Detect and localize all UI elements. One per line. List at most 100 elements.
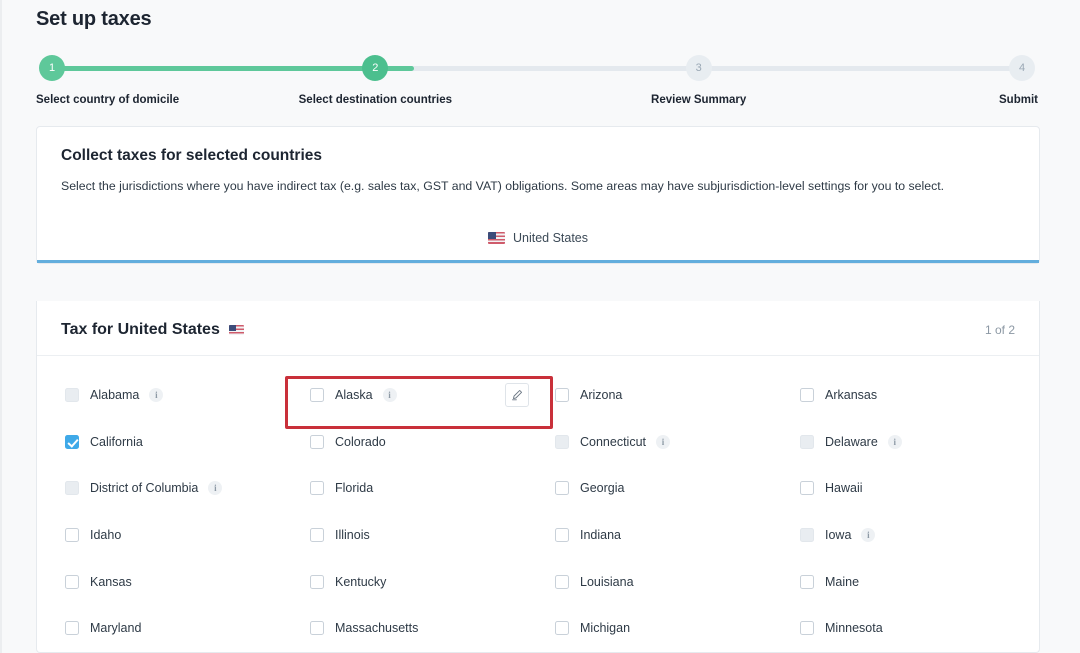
info-icon[interactable]: i bbox=[149, 388, 163, 402]
state-cell-georgia[interactable]: Georgia bbox=[551, 468, 796, 508]
checkbox-georgia[interactable] bbox=[555, 481, 569, 495]
state-label: Michigan bbox=[580, 621, 630, 635]
stepper-step-4[interactable]: 4 bbox=[1009, 55, 1035, 81]
state-cell-california[interactable]: California bbox=[61, 422, 306, 462]
state-cell-idaho[interactable]: Idaho bbox=[61, 515, 306, 555]
checkbox-minnesota[interactable] bbox=[800, 621, 814, 635]
state-label: Louisiana bbox=[580, 575, 634, 589]
state-label: District of Columbia bbox=[90, 481, 198, 495]
state-row: AlabamaiAlaskaiArizonaArkansas bbox=[61, 372, 1015, 419]
state-row: Maryland Massachusetts Michigan Minnesota bbox=[61, 605, 1015, 652]
stepper-step-2[interactable]: 2 bbox=[362, 55, 388, 81]
state-cell-alabama[interactable]: Alabama i bbox=[61, 375, 306, 415]
state-cell-district-of-columbia[interactable]: District of Columbia i bbox=[61, 468, 306, 508]
country-tab-united-states[interactable]: United States bbox=[484, 231, 592, 253]
state-label: Connecticut bbox=[580, 435, 646, 449]
checkbox-arizona[interactable] bbox=[555, 388, 569, 402]
state-cell-alaska[interactable]: Alaskai bbox=[306, 375, 551, 415]
card-title: Collect taxes for selected countries bbox=[61, 147, 1015, 165]
checkbox-arkansas[interactable] bbox=[800, 388, 814, 402]
state-cell-delaware[interactable]: Delawarei bbox=[796, 422, 1040, 462]
checkbox-michigan[interactable] bbox=[555, 621, 569, 635]
state-label: Illinois bbox=[335, 528, 370, 542]
info-icon[interactable]: i bbox=[888, 435, 902, 449]
state-cell-iowa[interactable]: Iowai bbox=[796, 515, 1040, 555]
stepper-step-3[interactable]: 3 bbox=[686, 55, 712, 81]
state-label: Indiana bbox=[580, 528, 621, 542]
checkbox-idaho[interactable] bbox=[65, 528, 79, 542]
info-icon[interactable]: i bbox=[208, 481, 222, 495]
checkbox-hawaii[interactable] bbox=[800, 481, 814, 495]
state-cell-florida[interactable]: Florida bbox=[306, 468, 551, 508]
state-cell-maryland[interactable]: Maryland bbox=[61, 608, 306, 648]
checkbox-florida[interactable] bbox=[310, 481, 324, 495]
checkbox-colorado[interactable] bbox=[310, 435, 324, 449]
state-label: Maine bbox=[825, 575, 859, 589]
state-label: Colorado bbox=[335, 435, 386, 449]
us-flag-icon bbox=[229, 325, 244, 336]
checkbox-louisiana[interactable] bbox=[555, 575, 569, 589]
country-tab-label: United States bbox=[513, 231, 588, 245]
state-label: Iowa bbox=[825, 528, 851, 542]
state-checkbox-grid: AlabamaiAlaskaiArizonaArkansasCalifornia… bbox=[37, 356, 1039, 652]
checkbox-massachusetts[interactable] bbox=[310, 621, 324, 635]
state-label: Hawaii bbox=[825, 481, 863, 495]
state-label: Idaho bbox=[90, 528, 121, 542]
state-label: Massachusetts bbox=[335, 621, 418, 635]
state-label: Minnesota bbox=[825, 621, 883, 635]
state-label: California bbox=[90, 435, 143, 449]
stepper-label-4: Submit bbox=[999, 94, 1038, 106]
state-cell-hawaii[interactable]: Hawaii bbox=[796, 468, 1040, 508]
info-icon[interactable]: i bbox=[656, 435, 670, 449]
state-cell-maine[interactable]: Maine bbox=[796, 562, 1040, 602]
setup-stepper: 1Select country of domicile2Select desti… bbox=[36, 55, 1038, 115]
checkbox-maine[interactable] bbox=[800, 575, 814, 589]
state-cell-illinois[interactable]: Illinois bbox=[306, 515, 551, 555]
checkbox-california[interactable] bbox=[65, 435, 79, 449]
state-cell-minnesota[interactable]: Minnesota bbox=[796, 608, 1040, 648]
state-row: Idaho Illinois Indiana Iowai bbox=[61, 512, 1015, 559]
state-row: CaliforniaColoradoConnecticutiDelawarei bbox=[61, 419, 1015, 466]
info-icon[interactable]: i bbox=[861, 528, 875, 542]
state-label: Alaska bbox=[335, 388, 373, 402]
stepper-step-1[interactable]: 1 bbox=[39, 55, 65, 81]
info-icon[interactable]: i bbox=[383, 388, 397, 402]
state-cell-connecticut[interactable]: Connecticut i bbox=[551, 422, 796, 462]
checkbox-indiana[interactable] bbox=[555, 528, 569, 542]
state-cell-kentucky[interactable]: Kentucky bbox=[306, 562, 551, 602]
state-cell-massachusetts[interactable]: Massachusetts bbox=[306, 608, 551, 648]
collect-taxes-card: Collect taxes for selected countries Sel… bbox=[36, 126, 1040, 264]
checkbox-illinois[interactable] bbox=[310, 528, 324, 542]
checkbox-delaware bbox=[800, 435, 814, 449]
stepper-label-1: Select country of domicile bbox=[36, 94, 179, 106]
card-description: Select the jurisdictions where you have … bbox=[61, 177, 1015, 196]
state-cell-arkansas[interactable]: Arkansas bbox=[796, 375, 1040, 415]
state-label: Alabama bbox=[90, 388, 139, 402]
panel-header: Tax for United States 1 of 2 bbox=[37, 301, 1039, 356]
state-label: Maryland bbox=[90, 621, 141, 635]
checkbox-kansas[interactable] bbox=[65, 575, 79, 589]
country-tab-list: United States bbox=[61, 224, 1015, 260]
state-cell-kansas[interactable]: Kansas bbox=[61, 562, 306, 602]
state-cell-indiana[interactable]: Indiana bbox=[551, 515, 796, 555]
pencil-icon-button[interactable] bbox=[505, 383, 529, 407]
panel-title: Tax for United States bbox=[61, 321, 220, 339]
checkbox-alaska[interactable] bbox=[310, 388, 324, 402]
taxes-setup-page: Set up taxes 1 Select country of domicile… bbox=[0, 0, 1080, 653]
state-cell-arizona[interactable]: Arizona bbox=[551, 375, 796, 415]
state-row: District of Columbia i Florida Georgia Hawai… bbox=[61, 465, 1015, 512]
state-cell-colorado[interactable]: Colorado bbox=[306, 422, 551, 462]
checkbox-district-of-columbia bbox=[65, 481, 79, 495]
checkbox-alabama bbox=[65, 388, 79, 402]
panel-page-count: 1 of 2 bbox=[985, 323, 1015, 337]
stepper-label-3: Review Summary bbox=[651, 94, 746, 106]
state-row: Kansas Kentucky Louisiana Maine bbox=[61, 558, 1015, 605]
state-label: Kansas bbox=[90, 575, 132, 589]
state-cell-michigan[interactable]: Michigan bbox=[551, 608, 796, 648]
state-label: Georgia bbox=[580, 481, 624, 495]
checkbox-kentucky[interactable] bbox=[310, 575, 324, 589]
page-title: Set up taxes bbox=[36, 8, 151, 31]
checkbox-maryland[interactable] bbox=[65, 621, 79, 635]
state-selection-panel: Tax for United States 1 of 2 AlabamaiAla… bbox=[36, 301, 1040, 653]
state-cell-louisiana[interactable]: Louisiana bbox=[551, 562, 796, 602]
